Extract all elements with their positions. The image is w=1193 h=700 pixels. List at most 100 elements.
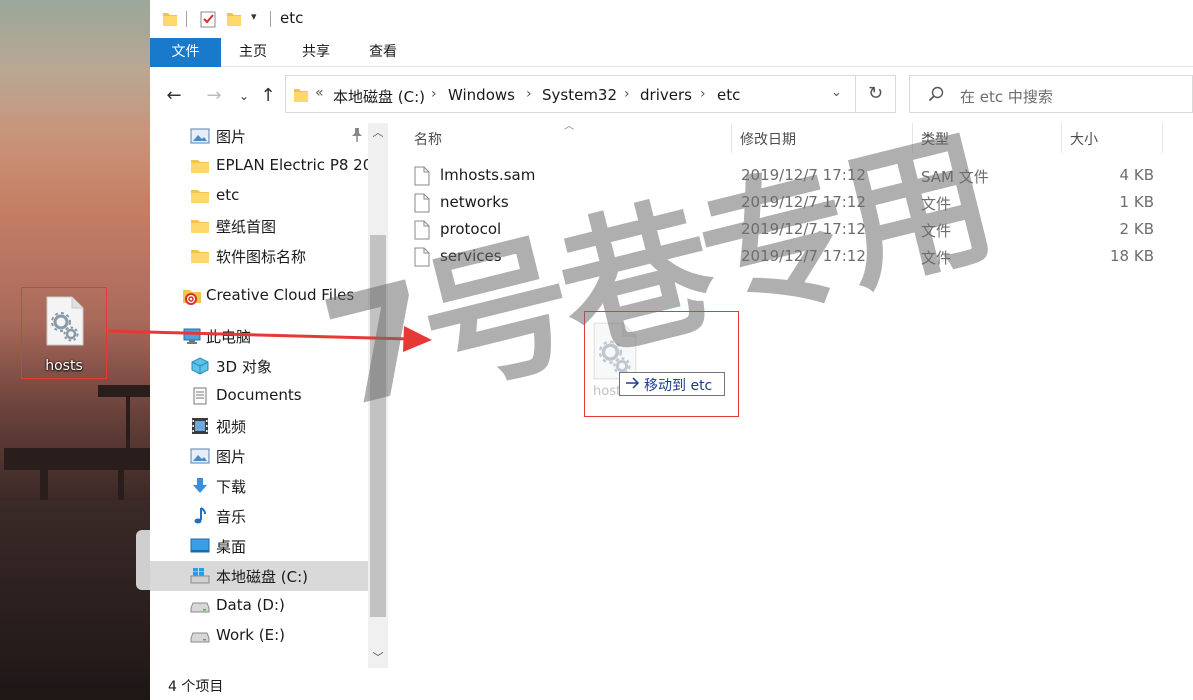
this-pc-icon xyxy=(183,328,201,344)
recent-locations-chevron-icon[interactable]: ⌄ xyxy=(232,89,256,103)
nav-item-documents[interactable]: Documents xyxy=(150,381,368,411)
column-header-label: 大小 xyxy=(1070,132,1098,148)
file-date: 2019/12/7 17:12 xyxy=(741,247,866,265)
ribbon-tabs: 文件 主页 共享 查看 xyxy=(150,38,1193,67)
scroll-down-icon[interactable]: ﹀ xyxy=(368,648,388,668)
nav-item-label: Data (D:) xyxy=(216,596,285,614)
nav-item-downloads[interactable]: 下载 xyxy=(150,471,368,501)
breadcrumb-local-disk[interactable]: 本地磁盘 (C:) xyxy=(333,86,425,107)
address-overflow-icon[interactable]: « xyxy=(315,85,324,101)
desktop-icon-label: hosts xyxy=(45,358,83,374)
column-header-date[interactable]: 修改日期 xyxy=(732,123,912,153)
drive-icon xyxy=(190,602,210,613)
nav-item-etc[interactable]: etc xyxy=(150,181,368,211)
breadcrumb-system32[interactable]: System32 xyxy=(542,86,617,104)
move-to-tooltip-text: 移动到 etc xyxy=(644,378,713,394)
breadcrumb-chevron-icon[interactable]: › xyxy=(526,86,532,102)
nav-item-desktop[interactable]: 桌面 xyxy=(150,531,368,561)
nav-item-3d-objects[interactable]: 3D 对象 xyxy=(150,351,368,381)
file-row[interactable]: services 2019/12/7 17:12 文件 18 KB xyxy=(410,243,1170,270)
column-header-label: 修改日期 xyxy=(740,132,796,148)
tab-home[interactable]: 主页 xyxy=(232,38,274,67)
file-row[interactable]: networks 2019/12/7 17:12 文件 1 KB xyxy=(410,189,1170,216)
nav-item-label: 此电脑 xyxy=(206,328,252,346)
nav-item-label: 图片 xyxy=(216,448,247,466)
nav-item-label: Documents xyxy=(216,386,302,404)
new-folder-icon[interactable] xyxy=(226,9,242,29)
nav-item-videos[interactable]: 视频 xyxy=(150,411,368,441)
drive-icon xyxy=(190,632,210,643)
folder-icon xyxy=(191,250,209,263)
nav-item-this-pc[interactable]: 此电脑 xyxy=(150,321,368,351)
videos-icon xyxy=(192,418,208,434)
nav-item-pictures-pinned[interactable]: 图片 xyxy=(150,121,368,151)
tab-view[interactable]: 查看 xyxy=(362,38,404,67)
search-input[interactable]: 在 etc 中搜索 xyxy=(909,75,1193,113)
column-header-type[interactable]: 类型 xyxy=(913,123,1061,153)
scrollbar-thumb[interactable] xyxy=(370,235,386,617)
nav-item-label: Work (E:) xyxy=(216,626,285,644)
pictures-icon xyxy=(190,128,210,144)
window-title: etc xyxy=(280,9,304,27)
nav-item-label: 视频 xyxy=(216,418,247,436)
column-header-size[interactable]: 大小 xyxy=(1062,123,1162,153)
nav-item-label: 本地磁盘 (C:) xyxy=(216,568,308,586)
nav-item-pictures[interactable]: 图片 xyxy=(150,441,368,471)
file-row[interactable]: protocol 2019/12/7 17:12 文件 2 KB xyxy=(410,216,1170,243)
customize-toolbar-dropdown-icon[interactable]: ▾ xyxy=(251,10,257,23)
file-icon xyxy=(414,166,430,186)
folder-icon xyxy=(191,160,209,173)
sort-ascending-icon: ︿ xyxy=(564,121,574,132)
background-road xyxy=(0,500,150,700)
file-row[interactable]: lmhosts.sam 2019/12/7 17:12 SAM 文件 4 KB xyxy=(410,162,1170,189)
column-header-label: 类型 xyxy=(921,132,949,148)
file-type: 文件 xyxy=(921,222,952,240)
navigation-bar: ← → ⌄ ↑ « 本地磁盘 (C:) › Windows › System32… xyxy=(150,67,1193,123)
breadcrumb-windows[interactable]: Windows xyxy=(448,86,515,104)
folder-icon xyxy=(294,89,308,102)
nav-item-eplan[interactable]: EPLAN Electric P8 2022 xyxy=(150,151,368,181)
nav-item-music[interactable]: 音乐 xyxy=(150,501,368,531)
nav-item-creative-cloud[interactable]: Creative Cloud Files xyxy=(150,281,368,311)
nav-item-label: 音乐 xyxy=(216,508,247,526)
file-size: 2 KB xyxy=(1119,220,1154,238)
file-icon xyxy=(414,220,430,240)
nav-pane-scrollbar[interactable]: ︿ ﹀ xyxy=(368,123,388,668)
breadcrumb-etc[interactable]: etc xyxy=(717,86,740,104)
nav-item-wallpaper[interactable]: 壁纸首图 xyxy=(150,211,368,241)
up-arrow-icon[interactable]: ↑ xyxy=(256,85,280,106)
desktop-icon xyxy=(190,538,210,553)
file-date: 2019/12/7 17:12 xyxy=(741,193,866,211)
pin-icon[interactable] xyxy=(350,127,364,143)
breadcrumb-chevron-icon[interactable]: › xyxy=(624,86,630,102)
file-icon xyxy=(414,247,430,267)
nav-item-label: 下载 xyxy=(216,478,247,496)
column-header-name[interactable]: ︿ 名称 xyxy=(388,121,708,153)
drag-drop-highlight: hosts 移动到 etc xyxy=(584,311,739,417)
tab-file[interactable]: 文件 xyxy=(150,38,221,67)
background-tower xyxy=(98,385,150,397)
breadcrumb-chevron-icon[interactable]: › xyxy=(700,86,706,102)
file-date: 2019/12/7 17:12 xyxy=(741,166,866,184)
music-icon xyxy=(194,507,206,524)
back-arrow-icon[interactable]: ← xyxy=(162,85,186,106)
nav-item-data-d[interactable]: Data (D:) xyxy=(150,591,368,621)
column-divider[interactable] xyxy=(1162,123,1163,153)
desktop-hosts-file-icon[interactable]: hosts xyxy=(21,287,107,379)
nav-item-local-disk-c[interactable]: 本地磁盘 (C:) xyxy=(150,561,368,591)
3d-objects-icon xyxy=(191,357,209,375)
nav-item-label: 壁纸首图 xyxy=(216,218,277,236)
address-dropdown-icon[interactable]: ⌄ xyxy=(831,85,842,100)
breadcrumb-chevron-icon[interactable]: › xyxy=(431,86,437,102)
properties-icon[interactable] xyxy=(200,9,216,29)
tab-share[interactable]: 共享 xyxy=(295,38,337,67)
scroll-up-icon[interactable]: ︿ xyxy=(368,123,388,143)
breadcrumb-drivers[interactable]: drivers xyxy=(640,86,692,104)
refresh-icon[interactable]: ↻ xyxy=(856,75,896,113)
file-size: 1 KB xyxy=(1119,193,1154,211)
nav-item-software-icons[interactable]: 软件图标名称 xyxy=(150,241,368,271)
file-name: services xyxy=(440,247,502,265)
nav-item-work-e[interactable]: Work (E:) xyxy=(150,621,368,651)
forward-arrow-icon[interactable]: → xyxy=(202,85,226,106)
address-bar[interactable]: « 本地磁盘 (C:) › Windows › System32 › drive… xyxy=(285,75,856,113)
